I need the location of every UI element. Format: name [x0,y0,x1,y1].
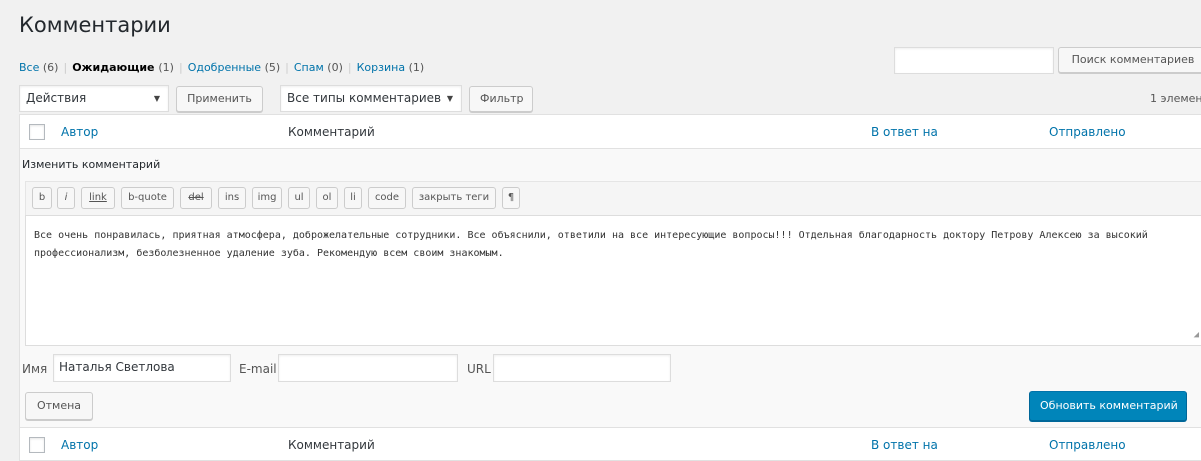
page-title: Комментарии [19,13,171,37]
email-label: E-mail [239,362,277,376]
column-in-response-to-footer[interactable]: В ответ на [871,438,938,452]
filter-approved[interactable]: Одобренные (5) [188,61,280,74]
pilcrow-icon[interactable]: ¶ [502,187,520,209]
url-field[interactable] [493,354,671,382]
quicktags-toolbar: b i link b-quote del ins img ul ol li co… [25,181,1201,215]
column-author-footer[interactable]: Автор [61,438,98,452]
qt-li-button[interactable]: li [344,187,362,209]
bulk-actions-value: Действия [26,91,87,105]
cancel-button[interactable]: Отмена [25,392,93,420]
dropdown-arrow-icon: ▼ [153,94,160,103]
qt-ul-button[interactable]: ul [288,187,310,209]
name-label: Имя [22,362,48,376]
qt-ins-button[interactable]: ins [218,187,246,209]
search-comments-button[interactable]: Поиск комментариев [1058,47,1201,73]
separator: | [285,61,289,74]
qt-ol-button[interactable]: ol [316,187,338,209]
qt-code-button[interactable]: code [368,187,406,209]
filter-spam[interactable]: Спам (0) [294,61,343,74]
column-comment: Комментарий [288,125,375,139]
update-comment-button[interactable]: Обновить комментарий [1029,391,1187,421]
filter-all[interactable]: Все (6) [19,61,58,74]
dropdown-arrow-icon: ▼ [446,94,453,103]
comment-type-value: Все типы комментариев [287,91,442,105]
qt-del-button[interactable]: del [180,187,212,209]
comment-type-select[interactable]: Все типы комментариев ▼ [280,85,462,112]
items-count: 1 элемен [1150,92,1201,105]
email-field[interactable] [278,354,458,382]
bulk-actions-select[interactable]: Действия ▼ [19,85,169,112]
search-input[interactable] [894,47,1054,74]
comment-content: Все очень понравилась, приятная атмосфер… [34,230,1148,259]
table-footer: Автор Комментарий В ответ на Отправлено [19,427,1201,461]
qt-link-button[interactable]: link [81,187,115,209]
column-submitted[interactable]: Отправлено [1049,125,1126,139]
qt-close-tags-button[interactable]: закрыть теги [412,187,496,209]
edit-comment-panel: Изменить комментарий b i link b-quote de… [19,149,1201,427]
separator: | [63,61,68,74]
column-comment-footer: Комментарий [288,438,375,452]
select-all-checkbox[interactable] [29,124,45,140]
status-filter-links: Все (6) | Ожидающие (1) | Одобренные (5) | Спа… [19,61,424,74]
edit-comment-title: Изменить комментарий [22,158,161,171]
qt-italic-button[interactable]: i [57,187,75,209]
filter-button[interactable]: Фильтр [469,86,533,112]
comment-textarea[interactable]: Все очень понравилась, приятная атмосфер… [25,215,1201,346]
filter-trash[interactable]: Корзина (1) [357,61,425,74]
table-header: Автор Комментарий В ответ на Отправлено [19,114,1201,149]
url-label: URL [467,362,491,376]
qt-blockquote-button[interactable]: b-quote [121,187,174,209]
column-in-response-to[interactable]: В ответ на [871,125,938,139]
filter-pending[interactable]: Ожидающие (1) [72,61,174,74]
name-field[interactable]: Наталья Светлова [53,354,231,382]
column-author[interactable]: Автор [61,125,98,139]
separator: | [178,61,183,74]
resize-handle-icon[interactable]: ◢ [1194,326,1199,344]
apply-button[interactable]: Применить [176,86,263,112]
qt-bold-button[interactable]: b [32,187,52,209]
separator: | [347,61,352,74]
qt-img-button[interactable]: img [252,187,282,209]
select-all-checkbox-footer[interactable] [29,437,45,453]
column-submitted-footer[interactable]: Отправлено [1049,438,1126,452]
